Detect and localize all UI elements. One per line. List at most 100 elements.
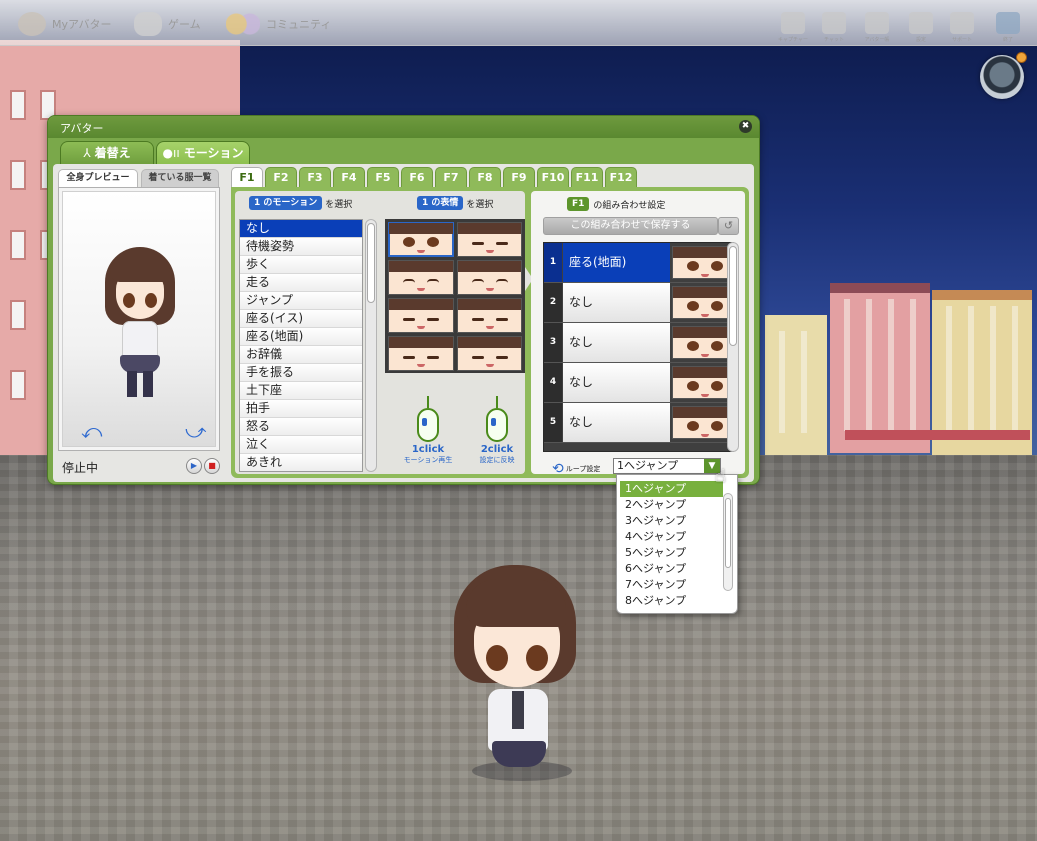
combo-list-scrollbar[interactable] <box>727 242 739 452</box>
avatar-preview[interactable] <box>103 247 178 407</box>
motion-item-wave[interactable]: 手を振る <box>240 364 362 382</box>
capture-button[interactable]: キャプチャー <box>776 12 810 43</box>
settings-button[interactable]: 設定 <box>904 12 938 43</box>
tab-f4[interactable]: F4 <box>333 167 365 187</box>
tab-motion[interactable]: ●ıı モーション <box>156 141 250 165</box>
tab-f2[interactable]: F2 <box>265 167 297 187</box>
double-click-desc: 設定に反映 <box>479 456 515 464</box>
tab-dressup[interactable]: ⅄ 着替え <box>60 141 154 165</box>
loop-select[interactable]: 1へジャンプ ▼ <box>613 458 721 474</box>
motion-item-sit-chair[interactable]: 座る(イス) <box>240 310 362 328</box>
play-button[interactable]: ▶ <box>186 458 202 474</box>
loop-icon: ⟲ <box>552 461 564 477</box>
motion-select-text: を選択 <box>325 199 353 210</box>
combo-row[interactable]: 4 なし <box>544 363 733 403</box>
dropdown-option[interactable]: 1へジャンプ <box>620 481 723 497</box>
tab-f9[interactable]: F9 <box>503 167 535 187</box>
dropdown-option[interactable]: 4へジャンプ <box>620 529 723 545</box>
motion-item-amazed[interactable]: あきれ <box>240 454 362 471</box>
motion-list-scrollbar[interactable] <box>365 219 377 472</box>
tab-f1[interactable]: F1 <box>231 167 263 187</box>
combo-row-number: 3 <box>544 323 562 362</box>
combo-list: 1 座る(地面) 2 なし 3 なし 4 なし 5 なし <box>543 242 734 452</box>
expression-face[interactable] <box>388 222 454 257</box>
combo-row-number: 5 <box>544 403 562 442</box>
tab-f3[interactable]: F3 <box>299 167 331 187</box>
dropdown-scrollbar[interactable] <box>723 493 733 591</box>
combo-row-motion: なし <box>563 323 670 362</box>
dropdown-option[interactable]: 8へジャンプ <box>620 593 723 609</box>
expression-face[interactable] <box>388 336 454 371</box>
save-combo-button[interactable]: この組み合わせで保存する <box>543 217 718 235</box>
rotate-right-button[interactable]: ⤻ <box>185 421 206 441</box>
player-avatar[interactable] <box>452 565 582 781</box>
window-titlebar[interactable]: アバター ✖ <box>48 116 759 138</box>
reset-icon[interactable]: ↺ <box>718 217 739 235</box>
motion-item-clap[interactable]: 拍手 <box>240 400 362 418</box>
expression-face[interactable] <box>456 260 522 295</box>
dropdown-option[interactable]: 3へジャンプ <box>620 513 723 529</box>
combo-row-number: 2 <box>544 283 562 322</box>
tab-f5[interactable]: F5 <box>367 167 399 187</box>
rotate-left-button[interactable]: ⤺ <box>81 421 102 441</box>
nav-game[interactable]: ゲーム <box>134 10 201 38</box>
tab-f10[interactable]: F10 <box>537 167 569 187</box>
expression-select-text: を選択 <box>466 199 494 210</box>
motion-item-run[interactable]: 走る <box>240 274 362 292</box>
motion-item-cry[interactable]: 泣く <box>240 436 362 454</box>
motion-item-dogeza[interactable]: 土下座 <box>240 382 362 400</box>
support-icon <box>950 12 974 34</box>
expression-face[interactable] <box>388 298 454 333</box>
combo-row[interactable]: 3 なし <box>544 323 733 363</box>
expression-face[interactable] <box>388 260 454 295</box>
expression-face[interactable] <box>456 336 522 371</box>
combo-row-motion: なし <box>563 283 670 322</box>
combo-row-face <box>672 406 730 439</box>
motion-item-jump[interactable]: ジャンプ <box>240 292 362 310</box>
nav-my-avatar-label: Myアバター <box>52 18 112 31</box>
motion-item-sit-ground[interactable]: 座る(地面) <box>240 328 362 346</box>
motion-item-idle[interactable]: 待機姿勢 <box>240 238 362 256</box>
combo-row[interactable]: 5 なし <box>544 403 733 443</box>
motion-item-none[interactable]: なし <box>240 220 362 238</box>
building-mid <box>765 315 827 455</box>
function-tabs: F1 F2 F3 F4 F5 F6 F7 F8 F9 F10 F11 F12 <box>231 167 637 187</box>
tab-f6[interactable]: F6 <box>401 167 433 187</box>
nav-community[interactable]: コミュニティ <box>226 10 331 38</box>
tab-f12[interactable]: F12 <box>605 167 637 187</box>
stop-button[interactable]: ■ <box>204 458 220 474</box>
expression-face[interactable] <box>456 298 522 333</box>
chat-button[interactable]: チャット <box>817 12 851 43</box>
nav-my-avatar[interactable]: Myアバター <box>18 10 112 38</box>
dropdown-option[interactable]: 7へジャンプ <box>620 577 723 593</box>
camera-icon <box>781 12 805 34</box>
motion-item-walk[interactable]: 歩く <box>240 256 362 274</box>
tab-f7[interactable]: F7 <box>435 167 467 187</box>
nav-game-label: ゲーム <box>168 18 201 31</box>
dropdown-option[interactable]: 2へジャンプ <box>620 497 723 513</box>
combo-list-scroll-thumb[interactable] <box>729 246 737 346</box>
window-close-button[interactable]: ✖ <box>739 120 752 133</box>
motion-list-scroll-thumb[interactable] <box>367 223 375 303</box>
tab-full-preview[interactable]: 全身プレビュー <box>58 169 138 187</box>
tab-wearing-list[interactable]: 着ている服一覧 <box>141 169 219 187</box>
combo-row[interactable]: 1 座る(地面) <box>544 243 733 283</box>
motion-item-bow[interactable]: お辞儀 <box>240 346 362 364</box>
support-button[interactable]: サポート <box>945 12 979 43</box>
expression-number-pill: 1 の表情 <box>417 196 464 210</box>
combo-row[interactable]: 2 なし <box>544 283 733 323</box>
tab-f11[interactable]: F11 <box>571 167 603 187</box>
map-button[interactable] <box>980 52 1027 99</box>
combo-row-face <box>672 286 730 319</box>
dropdown-option[interactable]: 6へジャンプ <box>620 561 723 577</box>
dropdown-option[interactable]: 5へジャンプ <box>620 545 723 561</box>
exit-button[interactable]: 終了 <box>991 12 1025 43</box>
expression-face[interactable] <box>456 222 522 257</box>
avatar-book-button[interactable]: アバター帳 <box>860 12 894 43</box>
motion-item-angry[interactable]: 怒る <box>240 418 362 436</box>
combo-row-motion: なし <box>563 363 670 402</box>
tab-f8[interactable]: F8 <box>469 167 501 187</box>
motion-select-area: 1 のモーション を選択 1 の表情 を選択 なし 待機姿勢 歩く 走る ジャン… <box>235 191 525 474</box>
support-label: サポート <box>951 37 972 43</box>
combo-row-number: 1 <box>544 243 562 282</box>
